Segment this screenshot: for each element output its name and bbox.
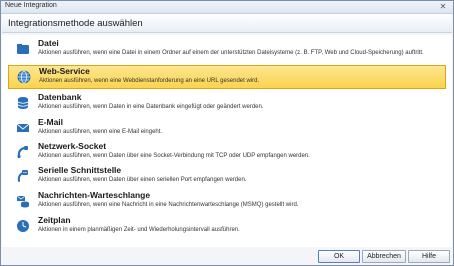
close-button[interactable]: ✕: [438, 2, 448, 12]
list-item-datei[interactable]: Datei Aktionen ausführen, wenn eine Date…: [8, 38, 446, 62]
list-item-zeitplan[interactable]: Zeitplan Aktionen in einem planmäßigen Z…: [8, 215, 446, 239]
title-bar: Neue Integration ✕: [1, 1, 453, 14]
serial-port-icon: [17, 170, 28, 182]
email-icon: [16, 123, 30, 132]
integration-method-list: Datei Aktionen ausführen, wenn eine Date…: [2, 35, 452, 247]
item-description: Aktionen in einem planmäßigen Zeit- und …: [38, 227, 240, 233]
folder-icon: [17, 44, 29, 54]
list-item-datenbank[interactable]: Datenbank Aktionen ausführen, wenn Daten…: [8, 92, 446, 116]
dialog-window: Neue Integration ✕ Integrationsmethode a…: [0, 0, 454, 266]
cancel-button[interactable]: Abbrechen: [362, 250, 406, 263]
item-description: Aktionen ausführen, wenn Daten über eine…: [38, 177, 247, 183]
dialog-header: Integrationsmethode auswählen: [2, 14, 452, 33]
item-description: Aktionen ausführen, wenn eine E-Mail ein…: [38, 129, 163, 135]
window-title: Neue Integration: [5, 2, 57, 9]
list-item-serielle-schnittstelle[interactable]: Serielle Schnittstelle Aktionen ausführe…: [8, 165, 446, 189]
clock-icon: [17, 220, 29, 232]
list-item-email[interactable]: E-Mail Aktionen ausführen, wenn eine E-M…: [8, 117, 446, 141]
globe-icon: [17, 70, 31, 84]
item-title: Netzwerk-Socket: [38, 141, 107, 151]
list-item-nachrichten-warteschlange[interactable]: Nachrichten-Warteschlange Aktionen ausfü…: [8, 190, 446, 214]
database-icon: [17, 97, 29, 109]
item-description: Aktionen ausführen, wenn Daten über eine…: [38, 153, 310, 159]
item-title: E-Mail: [38, 117, 64, 127]
network-socket-icon: [17, 146, 28, 159]
ok-button[interactable]: OK: [318, 250, 360, 263]
help-button[interactable]: Hilfe: [408, 250, 450, 263]
item-title: Serielle Schnittstelle: [38, 165, 122, 175]
dialog-heading: Integrationsmethode auswählen: [8, 18, 143, 29]
item-description: Aktionen ausführen, wenn eine Datei in e…: [38, 50, 424, 56]
list-item-web-service[interactable]: Web-Service Aktionen ausführen, wenn ein…: [8, 65, 446, 89]
item-title: Nachrichten-Warteschlange: [38, 190, 151, 200]
item-title: Datenbank: [38, 92, 82, 102]
item-title: Zeitplan: [38, 215, 71, 225]
item-title: Datei: [38, 38, 59, 48]
message-queue-icon: [16, 195, 29, 208]
item-title: Web-Service: [39, 66, 90, 76]
item-description: Aktionen ausführen, wenn eine Nachricht …: [38, 202, 299, 208]
list-item-netzwerk-socket[interactable]: Netzwerk-Socket Aktionen ausführen, wenn…: [8, 141, 446, 165]
item-description: Aktionen ausführen, wenn eine Webdiensta…: [39, 78, 260, 84]
item-description: Aktionen ausführen, wenn Daten in eine D…: [38, 104, 264, 110]
